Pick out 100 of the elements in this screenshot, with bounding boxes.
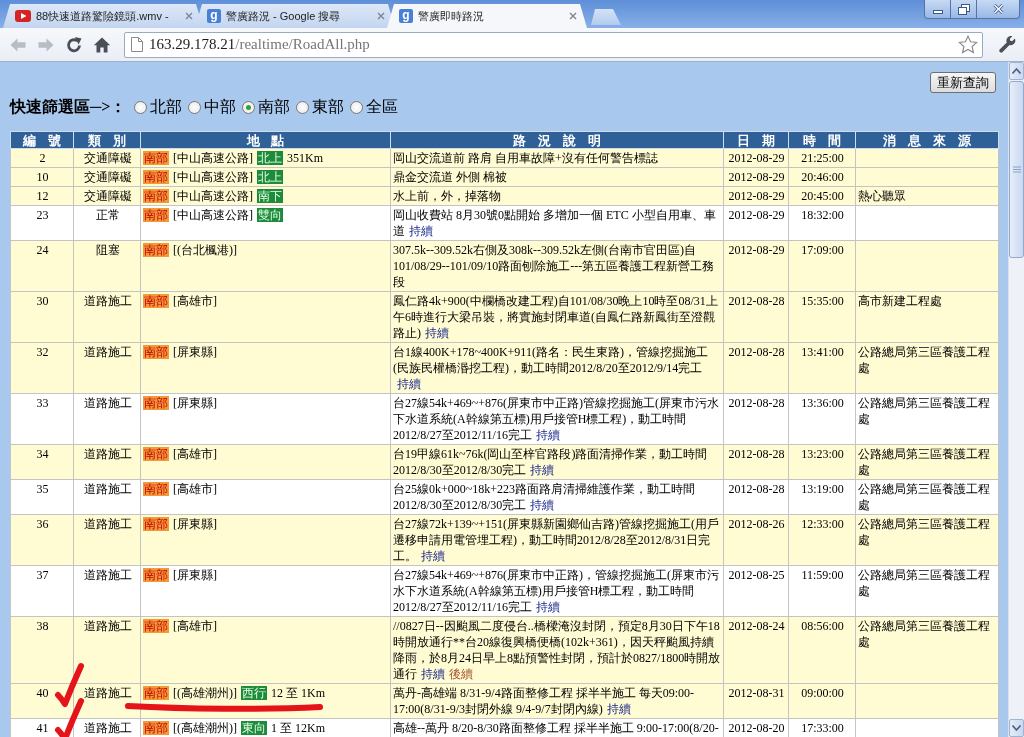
radio-button[interactable] — [296, 100, 310, 114]
row-number: 12 — [36, 189, 49, 203]
direction-tag: 北上 — [257, 151, 283, 165]
description-text: 台25線0k+000~18k+223路面路肩清掃維護作業，動工時間2012/8/30至2012/8/30完工 持續 — [393, 482, 696, 512]
time-text: 20:46:00 — [801, 170, 844, 184]
row-number: 35 — [36, 482, 49, 496]
region-tag: 南部 — [143, 294, 169, 308]
description-link[interactable]: 持續 — [530, 463, 555, 477]
road-name: [高雄市] — [173, 482, 217, 496]
road-name: [中山高速公路] — [173, 208, 253, 222]
description-text: 岡山收費站 8月30號0點開始 多增加一個 ETC 小型自用車、車道 持續 — [393, 208, 716, 238]
home-icon[interactable] — [93, 35, 111, 54]
radio-label[interactable]: 全區 — [366, 96, 399, 118]
refresh-button[interactable]: 重新查詢 — [930, 72, 996, 93]
road-name: [中山高速公路] — [173, 151, 253, 165]
date-text: 2012-08-28 — [728, 396, 785, 410]
row-number: 41 — [36, 721, 49, 735]
address-field[interactable]: 163.29.178.21/realtime/RoadAll.php — [124, 31, 983, 58]
browser-tab[interactable]: g 警廣即時路況 — [387, 4, 587, 28]
category-text: 道路施工 — [83, 447, 132, 461]
time-text: 08:56:00 — [801, 619, 844, 633]
radio-label[interactable]: 中部 — [204, 96, 237, 118]
description-link[interactable]: 持續 — [425, 326, 449, 340]
date-text: 2012-08-28 — [728, 294, 785, 308]
region-tag: 南部 — [143, 619, 169, 633]
column-header: 編號 — [21, 132, 73, 148]
description-text: 台27線72k+139~+151(屏東縣新園鄉仙吉路)管線挖掘施工(用戶遷移申請用電管埋工程)，動工時間2012/8/28至2012/8/31日完工。 持續 — [393, 517, 719, 563]
minimize-button[interactable] — [924, 0, 951, 19]
description-link[interactable]: 持續 — [530, 498, 555, 512]
distance-text: 351Km — [287, 151, 323, 165]
radio-button[interactable] — [188, 100, 202, 114]
time-text: 09:00:00 — [801, 686, 844, 700]
new-tab-button[interactable] — [591, 9, 621, 25]
close-icon[interactable] — [569, 12, 577, 20]
direction-tag: 北上 — [257, 170, 283, 184]
radio-label[interactable]: 北部 — [150, 96, 183, 118]
description-link[interactable]: 持續 — [421, 549, 445, 563]
radio-button[interactable] — [242, 100, 256, 114]
category-text: 道路施工 — [83, 619, 132, 633]
page-icon — [131, 37, 143, 52]
source-text: 公路總局第三區養護工程處 — [858, 619, 990, 649]
radio-button[interactable] — [134, 100, 148, 114]
description-link[interactable]: 後續 — [449, 667, 473, 681]
description-link[interactable]: 持續 — [397, 377, 421, 391]
category-text: 道路施工 — [83, 517, 132, 531]
category-text: 交通障礙 — [83, 170, 132, 184]
region-tag: 南部 — [143, 189, 169, 203]
source-text: 公路總局第三區養護工程處 — [858, 396, 990, 426]
radio-label[interactable]: 東部 — [312, 96, 345, 118]
category-text: 阻塞 — [95, 243, 120, 257]
road-name: [屏東縣] — [173, 517, 217, 531]
date-text: 2012-08-20 — [728, 721, 785, 735]
play-icon — [15, 10, 31, 22]
scrollbar-thumb[interactable] — [1009, 81, 1024, 258]
description-link[interactable]: 持續 — [409, 224, 433, 238]
row-number: 24 — [36, 243, 49, 257]
region-tag: 南部 — [143, 568, 169, 582]
scroll-down-button[interactable] — [1009, 719, 1024, 737]
category-text: 交通障礙 — [83, 189, 132, 203]
region-tag: 南部 — [143, 686, 169, 700]
time-text: 20:45:00 — [801, 189, 844, 203]
close-icon[interactable] — [377, 12, 385, 20]
reload-icon[interactable] — [65, 35, 83, 54]
region-tag: 南部 — [143, 243, 169, 257]
time-text: 11:59:00 — [801, 568, 844, 582]
category-text: 交通障礙 — [83, 151, 132, 165]
scroll-up-button[interactable] — [1009, 62, 1024, 80]
radio-label[interactable]: 南部 — [258, 96, 291, 118]
direction-tag: 南下 — [257, 189, 283, 203]
time-text: 17:33:00 — [801, 721, 844, 735]
road-name: [(高雄潮州)] — [173, 721, 237, 735]
description-link[interactable]: 持續 — [535, 428, 560, 442]
star-icon[interactable] — [958, 35, 978, 54]
row-number: 33 — [36, 396, 49, 410]
road-name: [高雄市] — [173, 294, 217, 308]
road-name: [高雄市] — [173, 619, 217, 633]
row-number: 40 — [36, 686, 49, 700]
radio-button[interactable] — [350, 100, 364, 114]
direction-tag: 西行 — [241, 686, 267, 700]
region-tag: 南部 — [143, 447, 169, 461]
region-tag: 南部 — [143, 170, 169, 184]
region-tag: 南部 — [143, 721, 169, 735]
description-text: 台27線54k+469~+876(屏東市中正路)，管線挖掘施工(屏東市污水下水道系統(A幹線第五標)用戶接管H標工程，動工時間2012/8/27至2012/11/16完工 持續 — [393, 568, 719, 614]
row-number: 37 — [36, 568, 49, 582]
description-text: 307.5k--309.52k右側及308k--309.52k左側(台南市官田區)自101/08/29--101/09/10路面刨除施工---第五區養護工程新營工務段 — [393, 243, 715, 289]
region-tag: 南部 — [143, 208, 169, 222]
column-header: 消息來源 — [882, 132, 983, 148]
description-link[interactable]: 持續 — [606, 702, 631, 716]
road-name: [中山高速公路] — [173, 170, 253, 184]
description-link[interactable]: 持續 — [535, 600, 560, 614]
description-link[interactable]: 持續 — [421, 667, 445, 681]
source-text: 高市新建工程處 — [858, 294, 942, 308]
close-button[interactable] — [977, 0, 1020, 19]
restore-button[interactable] — [951, 0, 977, 19]
wrench-icon[interactable] — [999, 35, 1017, 54]
time-text: 13:36:00 — [801, 396, 844, 410]
description-text: //0827日--因颱風二度侵台..橋樑淹沒封閉，預定8月30日下午18時開放通行**台20線復興橋便橋(102k+361)，因天秤颱風持續降雨，於8月24日早上8點預警性封閉，預計於0827/1800時開放通行 持續 後續 — [393, 619, 721, 681]
column-header: 路況說明 — [512, 132, 613, 148]
close-icon[interactable] — [185, 12, 193, 20]
row-number: 38 — [36, 619, 49, 633]
